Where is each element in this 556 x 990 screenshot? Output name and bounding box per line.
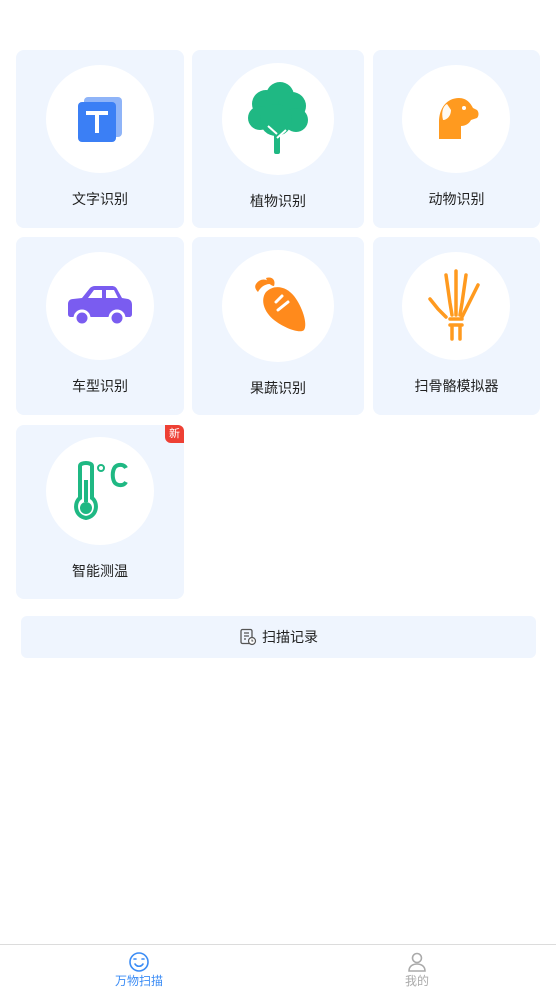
icon-circle xyxy=(402,65,510,173)
tab-label: 万物扫描 xyxy=(114,974,163,988)
scan-history-label: 扫描记录 xyxy=(262,630,318,646)
card-car-recognition[interactable]: 车型识别 xyxy=(16,237,184,415)
icon-circle xyxy=(222,63,334,175)
icon-circle xyxy=(402,252,510,360)
carrot-icon xyxy=(255,277,306,332)
card-label: 果蔬识别 xyxy=(250,381,306,397)
card-label: 车型识别 xyxy=(72,379,128,395)
tab-scan-everything[interactable]: 万物扫描 xyxy=(89,945,189,990)
car-icon xyxy=(68,286,132,327)
history-doc-icon xyxy=(240,628,257,646)
card-smart-thermometer[interactable]: 新 智能测温 xyxy=(16,425,184,599)
tree-icon xyxy=(248,82,308,154)
scan-face-icon xyxy=(129,952,149,972)
dog-icon xyxy=(439,98,479,139)
hand-bone-icon xyxy=(428,269,480,341)
card-text-recognition[interactable]: 文字识别 xyxy=(16,50,184,228)
scan-history-button[interactable]: 扫描记录 xyxy=(21,616,536,658)
icon-circle xyxy=(46,252,154,360)
card-animal-recognition[interactable]: 动物识别 xyxy=(373,50,540,228)
tab-mine[interactable]: 我的 xyxy=(367,945,467,990)
card-bone-scan-simulator[interactable]: 扫骨骼模拟器 xyxy=(373,237,540,415)
card-label: 文字识别 xyxy=(72,192,128,208)
bottom-tab-bar: 万物扫描 我的 xyxy=(0,944,556,990)
card-label: 动物识别 xyxy=(428,192,485,208)
thermometer-icon xyxy=(74,461,128,521)
user-icon xyxy=(408,952,426,972)
card-label: 智能测温 xyxy=(72,564,128,580)
card-fruit-vegetable-recognition[interactable]: 果蔬识别 xyxy=(192,237,364,415)
icon-circle xyxy=(46,437,154,545)
icon-circle xyxy=(222,250,334,362)
tab-label: 我的 xyxy=(404,974,429,988)
new-badge: 新 xyxy=(165,425,184,443)
card-plant-recognition[interactable]: 植物识别 xyxy=(192,50,364,228)
card-label: 植物识别 xyxy=(250,194,306,210)
card-label: 扫骨骼模拟器 xyxy=(414,379,499,395)
icon-circle xyxy=(46,65,154,173)
text-recognition-icon xyxy=(78,97,122,142)
